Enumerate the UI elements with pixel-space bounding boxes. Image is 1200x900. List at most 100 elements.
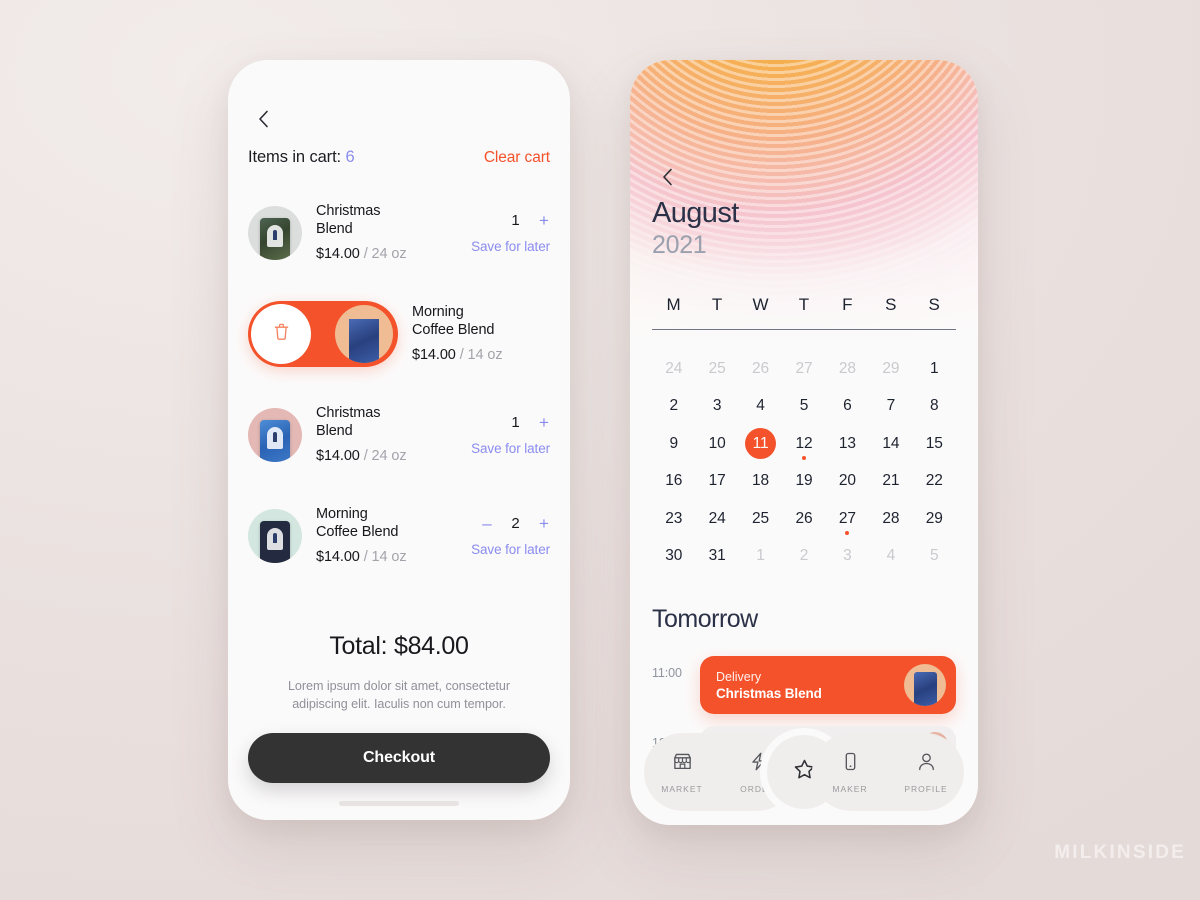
product-price: $14.00 / 14 oz — [316, 549, 446, 565]
cart-item-count: 6 — [345, 148, 355, 166]
product-name: Christmas Blend — [316, 405, 446, 440]
product-name: Morning Coffee Blend — [316, 506, 446, 541]
day-number: 3 — [712, 397, 722, 415]
day-number: 2 — [799, 547, 809, 565]
calendar-day-2[interactable]: 2 — [652, 388, 695, 426]
calendar-day-3[interactable]: 3 — [826, 538, 869, 576]
nav-label-market: MARKET — [661, 783, 703, 794]
save-for-later-button[interactable]: Save for later — [471, 239, 550, 254]
calendar-day-28[interactable]: 28 — [869, 500, 912, 538]
items-in-cart-label: Items in cart: 6 — [248, 148, 355, 167]
calendar-day-14[interactable]: 14 — [869, 425, 912, 463]
calendar-day-29[interactable]: 29 — [913, 500, 956, 538]
calendar-day-20[interactable]: 20 — [826, 463, 869, 501]
product-price: $14.00 / 24 oz — [316, 246, 446, 262]
clear-cart-button[interactable]: Clear cart — [484, 149, 550, 167]
delivery-event-card[interactable]: Delivery Christmas Blend — [700, 656, 956, 714]
nav-label-maker: MAKER — [832, 783, 868, 794]
increase-quantity-button[interactable]: + — [538, 515, 550, 532]
day-number: 29 — [925, 509, 943, 527]
checkout-button[interactable]: Checkout — [248, 733, 550, 783]
calendar-day-29[interactable]: 29 — [869, 350, 912, 388]
calendar-day-28[interactable]: 28 — [826, 350, 869, 388]
nav-item-market[interactable]: MARKET — [651, 751, 713, 794]
trash-icon — [273, 322, 290, 346]
calendar-day-31[interactable]: 31 — [695, 538, 738, 576]
product-info: Morning Coffee Blend $14.00 / 14 oz — [316, 506, 446, 565]
cart-item-row[interactable]: Christmas Blend $14.00 / 24 oz 1 + Save … — [228, 384, 570, 485]
calendar-day-17[interactable]: 17 — [695, 463, 738, 501]
calendar-day-13[interactable]: 13 — [826, 425, 869, 463]
calendar-day-30[interactable]: 30 — [652, 538, 695, 576]
nav-label-profile: PROFILE — [904, 783, 948, 794]
calendar-day-25[interactable]: 25 — [739, 500, 782, 538]
calendar-day-11[interactable]: 11 — [739, 425, 782, 463]
calendar-day-27[interactable]: 27 — [782, 350, 825, 388]
day-number: 8 — [930, 397, 939, 415]
calendar-day-27[interactable]: 27 — [826, 500, 869, 538]
product-name-line2: Coffee Blend — [316, 523, 399, 540]
calendar-day-19[interactable]: 19 — [782, 463, 825, 501]
watermark-text: MILKINSIDE — [1054, 842, 1186, 863]
cart-item-row-swiped[interactable]: Morning Coffee Blend $14.00 / 14 oz — [228, 283, 570, 384]
calendar-day-23[interactable]: 23 — [652, 500, 695, 538]
calendar-day-6[interactable]: 6 — [826, 388, 869, 426]
calendar-back-button[interactable] — [650, 160, 684, 194]
order-totals: Total: $84.00 Lorem ipsum dolor sit amet… — [248, 632, 550, 713]
calendar-phone-screen: August 2021 MTWTFSS 24 25 26 27 28 29 1 2 3 4 5 6 7 8… — [630, 60, 978, 825]
calendar-day-25[interactable]: 25 — [695, 350, 738, 388]
cart-item-row[interactable]: Christmas Blend $14.00 / 24 oz 1 + Save … — [228, 182, 570, 283]
cart-back-button[interactable] — [246, 102, 280, 136]
quantity-value: 1 — [511, 414, 520, 431]
calendar-day-26[interactable]: 26 — [782, 500, 825, 538]
calendar-day-10[interactable]: 10 — [695, 425, 738, 463]
day-number: 6 — [843, 397, 852, 415]
product-thumbnail — [248, 407, 302, 462]
calendar-day-15[interactable]: 15 — [913, 425, 956, 463]
day-number: 28 — [838, 359, 856, 377]
calendar-day-4[interactable]: 4 — [739, 388, 782, 426]
item-actions: – 2 + Save for later — [446, 515, 550, 557]
calendar-day-8[interactable]: 8 — [913, 388, 956, 426]
nav-item-profile[interactable]: PROFILE — [895, 751, 957, 794]
calendar-day-26[interactable]: 26 — [739, 350, 782, 388]
calendar-day-12[interactable]: 12 — [782, 425, 825, 463]
month-title-block: August 2021 — [652, 196, 739, 260]
day-number: 24 — [665, 359, 683, 377]
calendar-day-22[interactable]: 22 — [913, 463, 956, 501]
calendar-day-21[interactable]: 21 — [869, 463, 912, 501]
calendar-day-16[interactable]: 16 — [652, 463, 695, 501]
decrease-quantity-button[interactable]: – — [481, 515, 493, 532]
calendar-day-18[interactable]: 18 — [739, 463, 782, 501]
calendar-day-5[interactable]: 5 — [782, 388, 825, 426]
calendar-day-24[interactable]: 24 — [652, 350, 695, 388]
price-value: $14.00 — [412, 347, 456, 363]
bottom-navigation-bar: MARKET ORDER MAKER PROFILE — [644, 733, 964, 811]
product-name: Morning Coffee Blend — [412, 304, 550, 339]
save-for-later-button[interactable]: Save for later — [471, 542, 550, 557]
calendar-day-3[interactable]: 3 — [695, 388, 738, 426]
day-number: 26 — [795, 509, 813, 527]
calendar-day-9[interactable]: 9 — [652, 425, 695, 463]
calendar-day-7[interactable]: 7 — [869, 388, 912, 426]
person-icon — [916, 751, 937, 777]
day-number: 5 — [799, 397, 809, 415]
price-weight: / 14 oz — [459, 347, 503, 363]
day-number: 25 — [752, 509, 770, 527]
calendar-day-4[interactable]: 4 — [869, 538, 912, 576]
price-weight: / 14 oz — [363, 549, 407, 565]
cart-item-row[interactable]: Morning Coffee Blend $14.00 / 14 oz – 2 … — [228, 485, 570, 586]
calendar-day-24[interactable]: 24 — [695, 500, 738, 538]
calendar-day-1[interactable]: 1 — [739, 538, 782, 576]
calendar-day-1[interactable]: 1 — [913, 350, 956, 388]
delete-item-button[interactable] — [251, 303, 311, 364]
save-for-later-button[interactable]: Save for later — [471, 441, 550, 456]
increase-quantity-button[interactable]: + — [538, 414, 550, 431]
nav-item-maker[interactable]: MAKER — [819, 751, 881, 794]
calendar-day-2[interactable]: 2 — [782, 538, 825, 576]
increase-quantity-button[interactable]: + — [538, 212, 550, 229]
day-number: 20 — [838, 472, 856, 490]
product-info: Morning Coffee Blend $14.00 / 14 oz — [412, 304, 550, 363]
calendar-day-5[interactable]: 5 — [913, 538, 956, 576]
price-weight: / 24 oz — [363, 448, 407, 464]
